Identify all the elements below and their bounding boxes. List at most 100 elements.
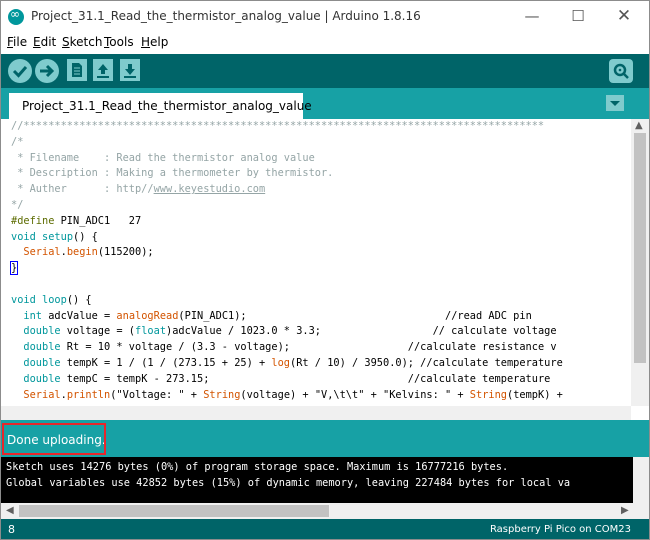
code-token: String	[203, 388, 241, 401]
code-token: tempK = 1 / (1 / (273.15 + 25) +	[60, 356, 272, 369]
menu-help[interactable]: Help	[141, 35, 168, 49]
title-bar: Project_31.1_Read_the_thermistor_analog_…	[1, 1, 649, 32]
upload-icon	[40, 64, 55, 78]
close-button[interactable]: ✕	[604, 5, 644, 29]
status-highlight-box	[2, 423, 106, 455]
console-line: Global variables use 42852 bytes (15%) o…	[6, 477, 571, 489]
code-line: int adcValue = analogRead(PIN_ADC1); //r…	[11, 309, 563, 325]
menu-sketch-label: ketch	[69, 35, 103, 49]
code-token: setup	[42, 230, 74, 243]
menu-edit[interactable]: Edit	[33, 35, 56, 49]
open-icon	[97, 64, 109, 78]
menu-sketch[interactable]: Sketch	[62, 35, 102, 49]
tab-menu-button[interactable]	[606, 95, 624, 111]
new-button[interactable]	[67, 59, 87, 81]
menu-bar: File Edit Sketch Tools Help	[1, 33, 649, 53]
menu-file[interactable]: File	[7, 35, 27, 49]
code-token: int	[23, 309, 43, 322]
code-token: tempC = tempK - 273.15; //calculate temp…	[60, 372, 551, 385]
console-horizontal-scrollbar[interactable]: ◀ ▶	[1, 503, 649, 519]
code-token: PIN_ADC1 27	[54, 214, 142, 227]
code-line: * Auther : http//www.keyestudio.com	[11, 182, 563, 198]
code-line: void setup() {	[11, 230, 563, 246]
code-token: ("Voltage: " +	[110, 388, 204, 401]
tab-label: Project_31.1_Read_the_thermistor_analog_…	[22, 99, 312, 113]
verify-button[interactable]	[8, 59, 32, 83]
board-port-label: Raspberry Pi Pico on COM23	[489, 524, 631, 535]
code-token: (tempK) +	[507, 388, 563, 401]
code-token: log	[271, 356, 290, 369]
upload-button[interactable]	[35, 59, 59, 83]
code-token: void	[11, 230, 36, 243]
serial-monitor-button[interactable]	[609, 59, 633, 83]
code-token: )adcValue / 1023.0 * 3.3; // calculate v…	[166, 325, 557, 338]
code-line: /*	[11, 135, 563, 151]
editor-horizontal-scrollbar[interactable]	[1, 406, 631, 420]
code-token: double	[23, 341, 61, 354]
menu-edit-mnemonic: E	[33, 35, 41, 49]
menu-edit-label: dit	[40, 35, 57, 49]
editor-vertical-scrollbar[interactable]: ▲	[631, 119, 649, 406]
code-token: * Auther : http//www.keyestudio.com	[11, 183, 266, 196]
footer-bar: 8 Raspberry Pi Pico on COM23	[1, 519, 649, 539]
console-scroll-thumb[interactable]	[19, 505, 329, 517]
save-button[interactable]	[120, 59, 140, 81]
console-line: Sketch uses 14276 bytes (0%) of program …	[6, 461, 509, 473]
scroll-right-arrow-icon[interactable]: ▶	[621, 505, 629, 516]
code-line: }	[9, 261, 563, 277]
code-token: */	[11, 198, 24, 211]
code-token: () {	[66, 293, 92, 306]
open-button[interactable]	[93, 59, 113, 81]
code-token: double	[23, 356, 61, 369]
maximize-button[interactable]: ☐	[558, 5, 598, 29]
code-token: begin	[66, 246, 98, 259]
code-token: float	[135, 325, 167, 338]
code-token: Rt = 10 * voltage / (3.3 - voltage); //c…	[60, 341, 557, 354]
scroll-left-arrow-icon[interactable]: ◀	[6, 505, 14, 516]
code-token: double	[23, 325, 61, 338]
menu-tools[interactable]: Tools	[104, 35, 134, 49]
code-editor[interactable]: //**************************************…	[1, 119, 631, 406]
minimize-button[interactable]: —	[512, 5, 552, 29]
toolbar	[1, 54, 649, 88]
tab-sketch[interactable]: Project_31.1_Read_the_thermistor_analog_…	[9, 93, 312, 119]
new-icon	[72, 63, 82, 77]
console-vertical-scrollbar[interactable]	[633, 457, 649, 503]
code-token: String	[469, 388, 507, 401]
code-token: voltage = (	[60, 325, 136, 338]
code-token: Serial	[23, 388, 61, 401]
status-bar: Done uploading.	[1, 420, 649, 457]
code-line: //**************************************…	[11, 119, 563, 135]
code-line: * Filename : Read the thermistor analog …	[11, 151, 563, 167]
code-token: void	[11, 293, 36, 306]
code-line: double Rt = 10 * voltage / (3.3 - voltag…	[11, 340, 563, 356]
code-line: * Description : Making a thermometer by …	[11, 166, 563, 182]
code-line: double voltage = (float)adcValue / 1023.…	[11, 324, 563, 340]
url-link[interactable]: www.keyestudio.com	[154, 183, 266, 195]
code-line: Serial.println("Voltage: " + String(volt…	[11, 388, 563, 404]
menu-sketch-mnemonic: S	[62, 35, 70, 49]
menu-help-mnemonic: H	[141, 35, 151, 49]
serial-monitor-icon	[613, 63, 629, 79]
code-token: }	[9, 261, 19, 276]
chevron-down-icon	[610, 101, 620, 106]
console-output[interactable]: Sketch uses 14276 bytes (0%) of program …	[1, 457, 633, 503]
code-token: (Rt / 10) / 3950.0); //calculate tempera…	[290, 356, 563, 369]
code-line: */	[11, 198, 563, 214]
code-token: * Description : Making a thermometer by …	[11, 167, 334, 180]
editor-scroll-thumb[interactable]	[634, 133, 646, 363]
arduino-logo-icon	[8, 7, 24, 25]
code-token: double	[23, 372, 61, 385]
code-token: () {	[73, 230, 98, 243]
code-token: (voltage) + "V,\t\t" + "Kelvins: " +	[240, 388, 470, 401]
code-line: void loop() {	[11, 293, 563, 309]
code-text: //**************************************…	[9, 119, 563, 404]
code-token: (115200);	[97, 246, 154, 259]
scroll-up-arrow-icon[interactable]: ▲	[635, 120, 643, 131]
